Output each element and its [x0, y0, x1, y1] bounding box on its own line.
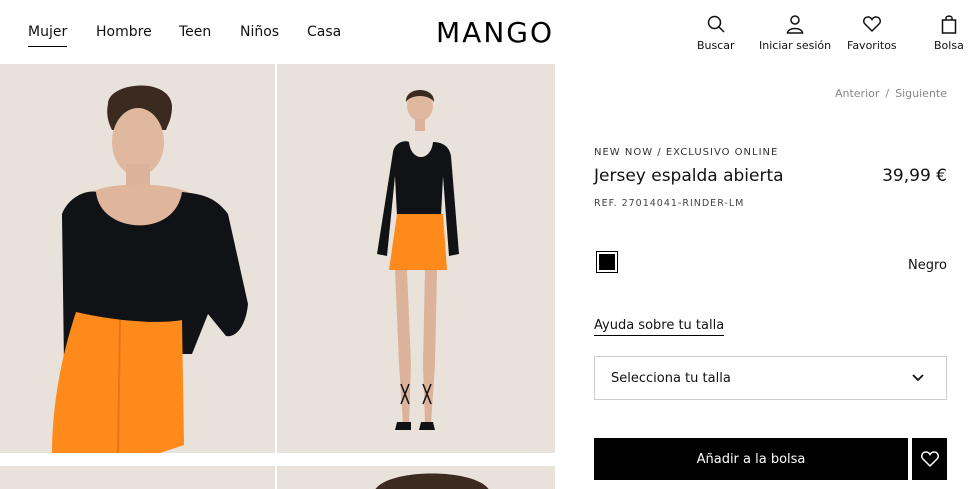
user-icon — [786, 15, 804, 34]
login-button[interactable]: Iniciar sesión — [759, 14, 831, 52]
favorites-button[interactable]: Favoritos — [847, 14, 897, 52]
search-icon — [707, 15, 725, 33]
product-photo-full[interactable] — [277, 64, 555, 453]
nav-item-hombre[interactable]: Hombre — [96, 24, 152, 40]
product-photo-4[interactable] — [277, 466, 555, 489]
bag-button[interactable]: Bolsa — [934, 14, 964, 52]
next-product-link[interactable]: Siguiente — [895, 87, 947, 100]
product-photo-3[interactable] — [0, 466, 275, 489]
bag-icon — [941, 15, 957, 34]
product-ref: REF. 27014041-RINDER-LM — [594, 198, 745, 209]
brand-logo[interactable]: MANGO — [436, 16, 554, 49]
product-gallery — [0, 64, 555, 489]
breadcrumb-separator: / — [885, 87, 890, 100]
size-select-placeholder: Selecciona tu talla — [611, 371, 731, 386]
login-label: Iniciar sesión — [759, 39, 832, 52]
model-hair-illustration — [277, 466, 555, 489]
add-to-favorites-button[interactable] — [912, 438, 947, 480]
selected-color-name: Negro — [908, 258, 947, 273]
nav-item-ninos[interactable]: Niños — [240, 24, 279, 40]
search-label: Buscar — [697, 39, 735, 52]
prev-product-link[interactable]: Anterior — [835, 87, 879, 100]
size-select[interactable]: Selecciona tu talla — [594, 356, 947, 400]
model-full-illustration — [277, 64, 555, 453]
size-help-link[interactable]: Ayuda sobre tu talla — [594, 318, 725, 336]
color-swatch-negro[interactable] — [596, 251, 618, 273]
heart-icon — [862, 16, 881, 33]
nav-item-casa[interactable]: Casa — [307, 24, 341, 40]
favorites-label: Favoritos — [847, 39, 897, 52]
model-closeup-illustration — [0, 64, 275, 453]
search-button[interactable]: Buscar — [697, 14, 735, 52]
product-photo-closeup[interactable] — [0, 64, 275, 453]
product-title: Jersey espalda abierta — [594, 166, 784, 186]
bag-label: Bolsa — [934, 39, 964, 52]
nav-item-mujer[interactable]: Mujer — [28, 24, 68, 47]
chevron-down-icon — [912, 374, 924, 382]
product-price: 39,99 € — [882, 166, 947, 186]
nav-item-teen[interactable]: Teen — [179, 24, 211, 40]
site-header: Mujer Hombre Teen Niños Casa MANGO Busca… — [0, 0, 975, 64]
add-to-bag-button[interactable]: Añadir a la bolsa — [594, 438, 908, 480]
color-swatch-fill — [599, 254, 615, 270]
product-eyebrow: NEW NOW / EXCLUSIVO ONLINE — [594, 147, 779, 158]
heart-outline-icon — [920, 451, 939, 468]
breadcrumb: Anterior / Siguiente — [835, 87, 947, 100]
